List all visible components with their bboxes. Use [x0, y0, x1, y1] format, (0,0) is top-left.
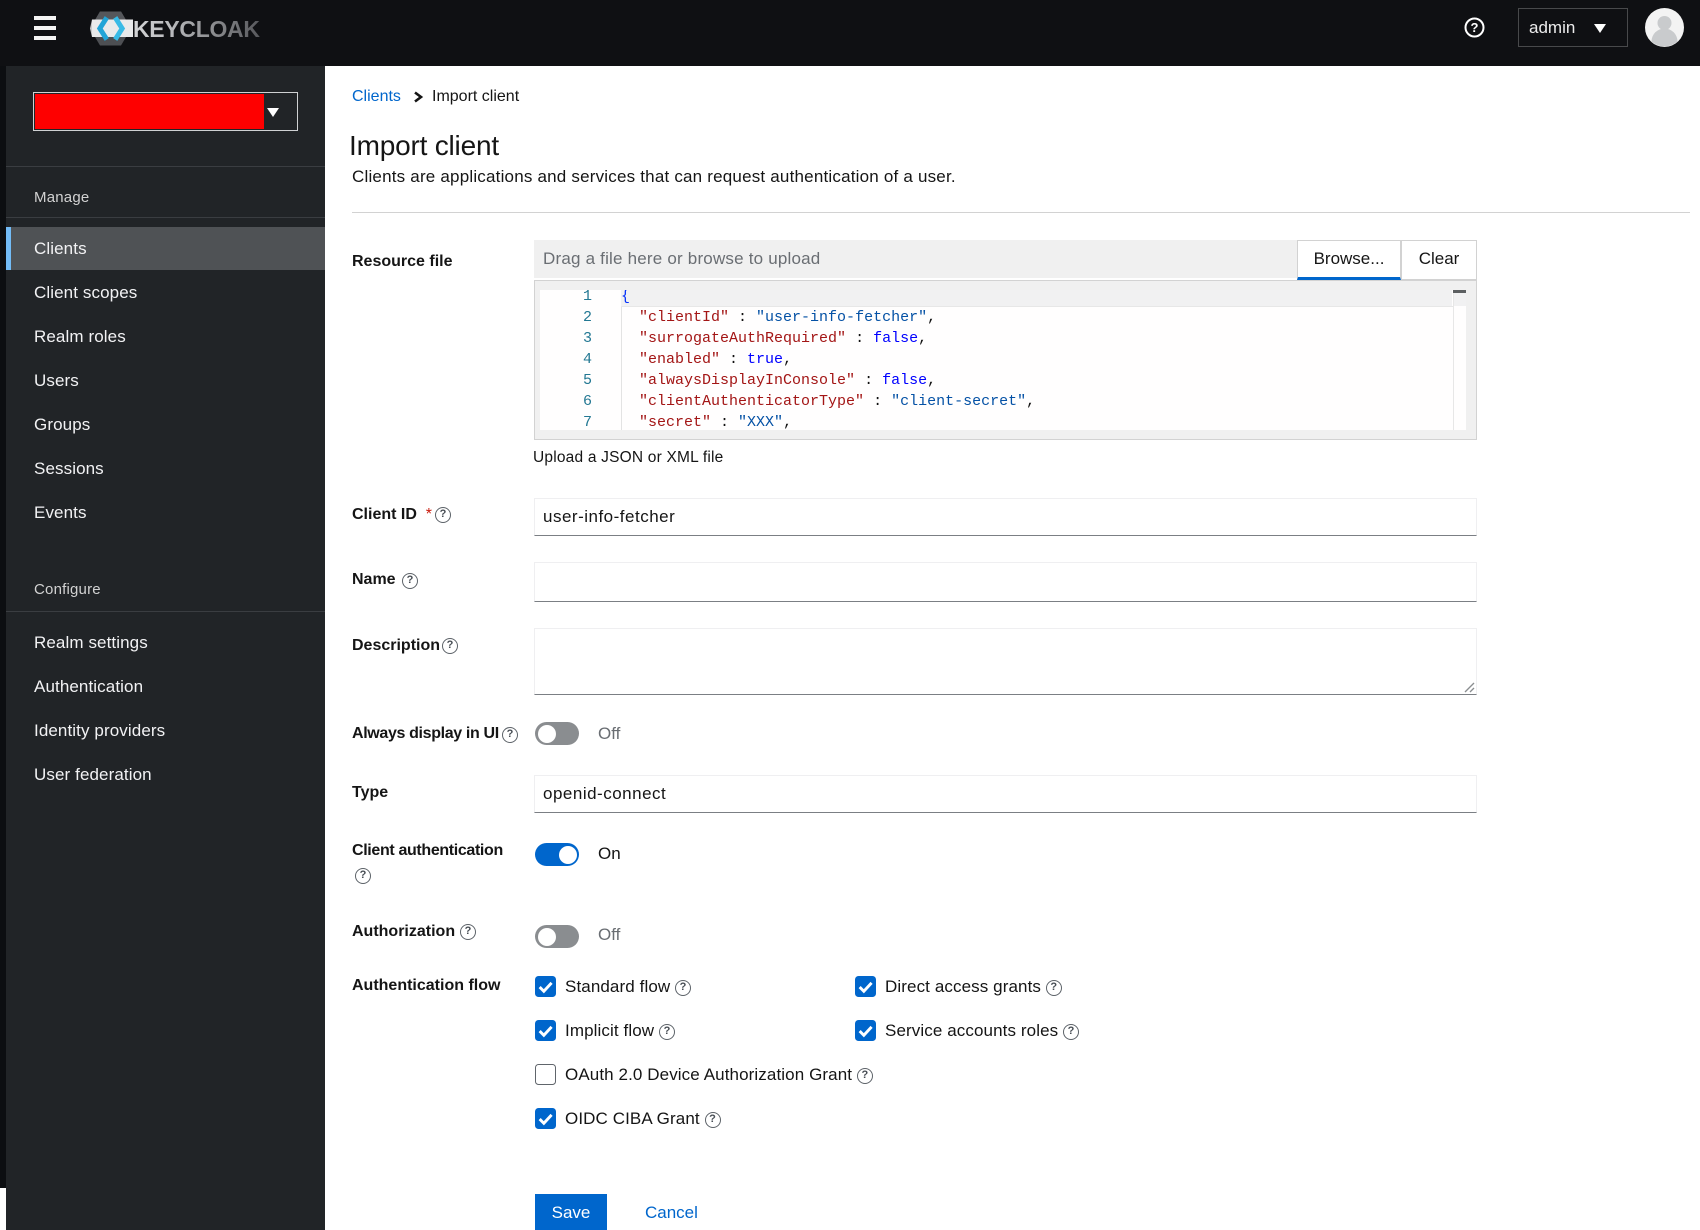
svg-text:?: ? — [1471, 20, 1479, 35]
